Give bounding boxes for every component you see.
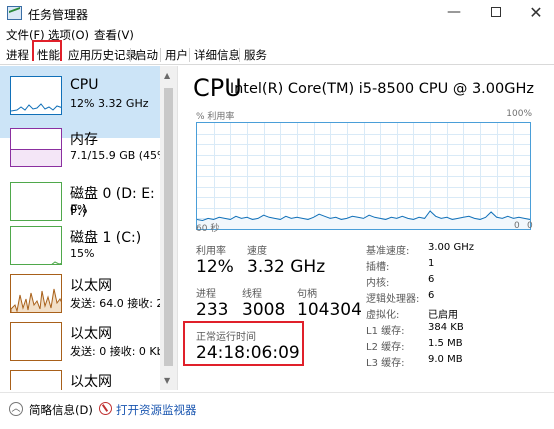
spec-value: 6 bbox=[428, 274, 435, 285]
uptime-value: 24:18:06:09 bbox=[196, 343, 300, 363]
resource-list-scrollbar[interactable]: ▲ ▼ bbox=[160, 66, 177, 390]
spec-label: L1 缓存: bbox=[366, 326, 405, 337]
speed-value: 3.32 GHz bbox=[247, 257, 326, 277]
footer-bar: ︿ 简略信息(D) 打开资源监视器 bbox=[0, 392, 554, 429]
tab-separator bbox=[160, 48, 161, 62]
maximize-icon bbox=[491, 7, 501, 17]
spec-value: 6 bbox=[428, 290, 435, 301]
graph-y-label: % 利用率 bbox=[196, 112, 235, 122]
graph-x-label: 60 秒 bbox=[196, 224, 220, 234]
tab-performance-label: 性能 bbox=[37, 48, 60, 62]
open-resource-monitor-link[interactable]: 打开资源监视器 bbox=[116, 402, 197, 418]
spec-value: 已启用 bbox=[428, 310, 458, 321]
resource-list: CPU 12% 3.32 GHz 内存 7.1/15.9 GB (45%) 磁盘… bbox=[0, 66, 178, 390]
tab-performance[interactable]: 性能 bbox=[32, 40, 62, 62]
spec-label: 插槽: bbox=[366, 262, 390, 273]
ethernet-thumbnail bbox=[10, 274, 62, 313]
scroll-up-icon[interactable]: ▲ bbox=[164, 71, 170, 80]
threads-label: 线程 bbox=[242, 289, 262, 300]
spec-label: L2 缓存: bbox=[366, 342, 405, 353]
disk-thumbnail bbox=[10, 226, 62, 265]
uptime-label: 正常运行时间 bbox=[196, 332, 256, 343]
tab-separator bbox=[189, 48, 190, 62]
utilization-value: 12% bbox=[196, 257, 234, 277]
tab-startup[interactable]: 启动 bbox=[135, 47, 158, 65]
cpu-utilization-graph bbox=[196, 122, 531, 230]
cpu-detail-panel: CPU Intel(R) Core(TM) i5-8500 CPU @ 3.00… bbox=[178, 66, 554, 390]
handles-label: 句柄 bbox=[297, 289, 317, 300]
scrollbar-thumb[interactable] bbox=[164, 88, 173, 366]
memory-fill bbox=[11, 149, 61, 166]
menu-bar: 文件(F) 选项(O) 查看(V) bbox=[0, 26, 554, 44]
handles-value: 104304 bbox=[297, 300, 362, 320]
processes-value: 233 bbox=[196, 300, 229, 320]
cpu-thumbnail-graph bbox=[11, 103, 61, 112]
tab-processes[interactable]: 进程 bbox=[6, 47, 29, 65]
resource-detail: 12% 3.32 GHz bbox=[70, 97, 149, 110]
maximize-button[interactable] bbox=[478, 0, 514, 27]
spec-label: 逻辑处理器: bbox=[366, 294, 420, 305]
fewer-details-button[interactable]: 简略信息(D) bbox=[29, 402, 93, 418]
cpu-thumbnail bbox=[10, 76, 62, 115]
chevron-up-icon[interactable]: ︿ bbox=[9, 402, 23, 416]
spec-value: 384 KB bbox=[428, 322, 464, 333]
memory-thumbnail bbox=[10, 128, 62, 167]
resource-name: 磁盘 1 (C:) bbox=[70, 230, 142, 246]
close-button[interactable]: ✕ bbox=[518, 0, 554, 27]
speed-label: 速度 bbox=[247, 246, 267, 257]
resource-name: 以太网 bbox=[70, 374, 112, 390]
minimize-button[interactable]: — bbox=[436, 0, 472, 27]
resource-name: 内存 bbox=[70, 132, 98, 148]
graph-x-min: 0 bbox=[514, 221, 520, 231]
graph-right-min: 0 bbox=[527, 221, 533, 231]
spec-label: 内核: bbox=[366, 278, 390, 289]
spec-value: 1 bbox=[428, 258, 435, 269]
tab-services[interactable]: 服务 bbox=[244, 47, 267, 65]
window-title: 任务管理器 bbox=[28, 8, 89, 22]
task-manager-icon bbox=[7, 6, 22, 20]
scroll-down-icon[interactable]: ▼ bbox=[164, 376, 170, 385]
spec-value: 9.0 MB bbox=[428, 354, 463, 365]
tab-bar: 进程 应用历史记录 启动 用户 详细信息 服务 bbox=[0, 44, 554, 65]
utilization-label: 利用率 bbox=[196, 246, 226, 257]
tab-users[interactable]: 用户 bbox=[165, 47, 188, 65]
resource-name: 以太网 bbox=[70, 326, 112, 342]
tab-app-history[interactable]: 应用历史记录 bbox=[68, 47, 137, 65]
resource-name: CPU bbox=[70, 77, 99, 93]
spec-label: L3 缓存: bbox=[366, 358, 405, 369]
ethernet-thumbnail bbox=[10, 370, 62, 390]
disk-thumbnail-graph bbox=[51, 261, 61, 264]
spec-label: 基准速度: bbox=[366, 246, 410, 257]
resource-detail: 15% bbox=[70, 247, 95, 260]
threads-value: 3008 bbox=[242, 300, 286, 320]
tab-separator bbox=[239, 48, 240, 62]
resource-detail: 0% bbox=[70, 203, 88, 216]
cpu-utilization-chart bbox=[196, 123, 531, 229]
ethernet-thumbnail bbox=[10, 322, 62, 361]
menu-view[interactable]: 查看(V) bbox=[94, 27, 134, 43]
resource-detail: 7.1/15.9 GB (45%) bbox=[70, 149, 172, 162]
graph-y-max: 100% bbox=[506, 109, 532, 119]
spec-value: 3.00 GHz bbox=[428, 242, 474, 253]
resource-name: 以太网 bbox=[70, 278, 112, 294]
resource-item-ethernet-3[interactable]: 以太网 bbox=[0, 360, 160, 390]
spec-value: 1.5 MB bbox=[428, 338, 463, 349]
processes-label: 进程 bbox=[196, 289, 216, 300]
cpu-model-name: Intel(R) Core(TM) i5-8500 CPU @ 3.00GHz bbox=[229, 81, 534, 97]
tab-details[interactable]: 详细信息 bbox=[194, 47, 240, 65]
resource-monitor-icon bbox=[99, 402, 112, 415]
spec-label: 虚拟化: bbox=[366, 310, 400, 321]
title-bar: 任务管理器 — ✕ bbox=[0, 0, 554, 27]
ethernet-thumbnail-graph bbox=[11, 288, 61, 312]
tab-separator bbox=[130, 48, 131, 62]
